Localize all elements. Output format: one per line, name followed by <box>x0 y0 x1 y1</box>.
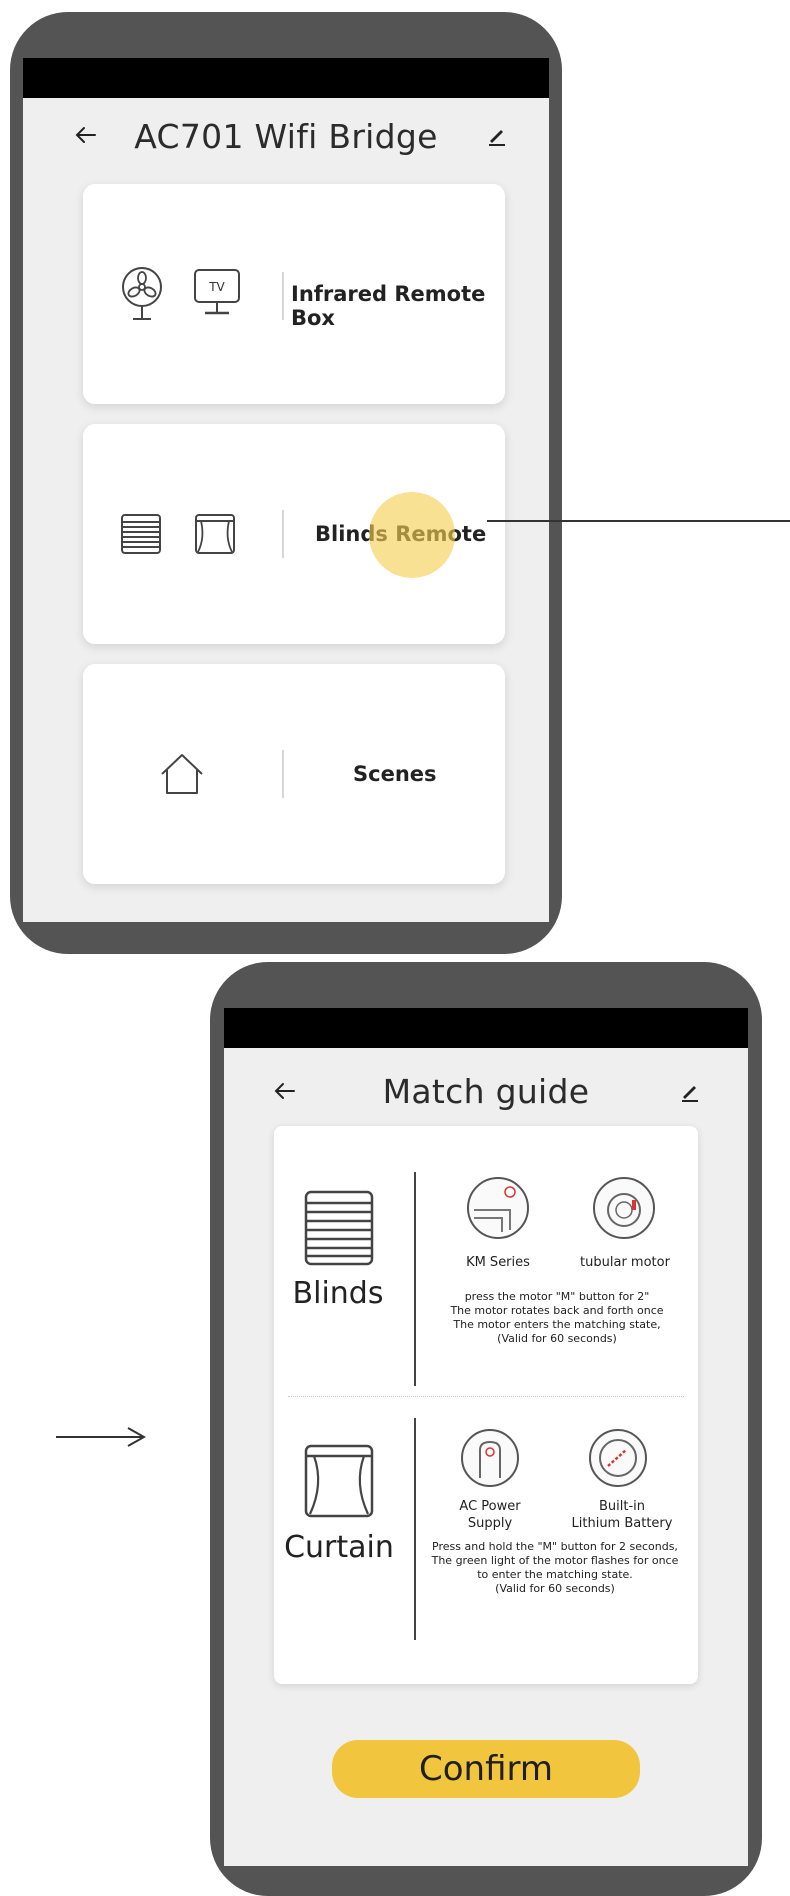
tv-icon-text: TV <box>208 280 225 294</box>
card-divider <box>282 750 284 798</box>
phone-frame-bridge: AC701 Wifi Bridge TV Infrared Remote Box… <box>10 12 562 954</box>
tubular-motor-icon <box>593 1177 655 1239</box>
lithium-battery-motor-icon <box>589 1429 647 1487</box>
section-divider <box>414 1172 416 1386</box>
screen-match-guide: Match guide Blinds KM Series tubular mot… <box>224 1048 748 1866</box>
match-guide-card: Blinds KM Series tubular motor press the… <box>274 1126 698 1684</box>
blinds-icon <box>121 514 161 554</box>
card-infrared-remote-box[interactable]: TV Infrared Remote Box <box>83 184 505 404</box>
item-label-built-in-lithium-battery: Built-in Lithium Battery <box>571 1499 673 1531</box>
tap-highlight <box>369 492 455 578</box>
pencil-icon[interactable] <box>486 124 508 146</box>
connector-line <box>487 520 790 522</box>
section-divider <box>414 1418 416 1640</box>
header: Match guide <box>224 1066 748 1116</box>
status-bar <box>224 1008 748 1048</box>
card-label-infrared-remote-box: Infrared Remote Box <box>291 282 486 330</box>
card-divider <box>282 272 284 320</box>
section-label-blinds: Blinds <box>292 1276 384 1311</box>
pencil-icon[interactable] <box>679 1080 701 1102</box>
header: AC701 Wifi Bridge <box>23 110 549 162</box>
house-icon <box>161 754 203 794</box>
curtain-icon <box>304 1444 374 1518</box>
curtain-description: Press and hold the "M" button for 2 seco… <box>431 1540 679 1595</box>
card-label-scenes: Scenes <box>353 762 437 786</box>
arrow-right-icon <box>56 1427 146 1447</box>
curtain-icon <box>195 514 235 554</box>
arrow-left-icon[interactable] <box>274 1080 296 1102</box>
item-label-km-series: KM Series <box>466 1255 530 1270</box>
fan-icon <box>122 267 162 320</box>
page-title: AC701 Wifi Bridge <box>134 116 438 156</box>
section-label-curtain: Curtain <box>284 1530 394 1565</box>
card-blinds-remote[interactable]: Blinds Remote <box>83 424 505 644</box>
ac-power-motor-icon <box>461 1429 519 1487</box>
phone-frame-match-guide: Match guide Blinds KM Series tubular mot… <box>210 962 762 1896</box>
card-scenes[interactable]: Scenes <box>83 664 505 884</box>
item-label-ac-power-supply: AC Power Supply <box>459 1499 521 1531</box>
screen-bridge: AC701 Wifi Bridge TV Infrared Remote Box… <box>23 98 549 922</box>
arrow-left-icon[interactable] <box>75 124 97 146</box>
section-separator <box>288 1396 684 1397</box>
confirm-button[interactable]: Confirm <box>332 1740 640 1798</box>
km-series-motor-icon <box>467 1177 529 1239</box>
tv-icon: TV <box>194 269 240 315</box>
blinds-description: press the motor "M" button for 2" The mo… <box>450 1290 664 1345</box>
card-divider <box>282 510 284 558</box>
item-label-tubular-motor: tubular motor <box>580 1255 670 1270</box>
page-title: Match guide <box>382 1071 590 1111</box>
status-bar <box>23 58 549 98</box>
blinds-icon <box>304 1190 374 1266</box>
